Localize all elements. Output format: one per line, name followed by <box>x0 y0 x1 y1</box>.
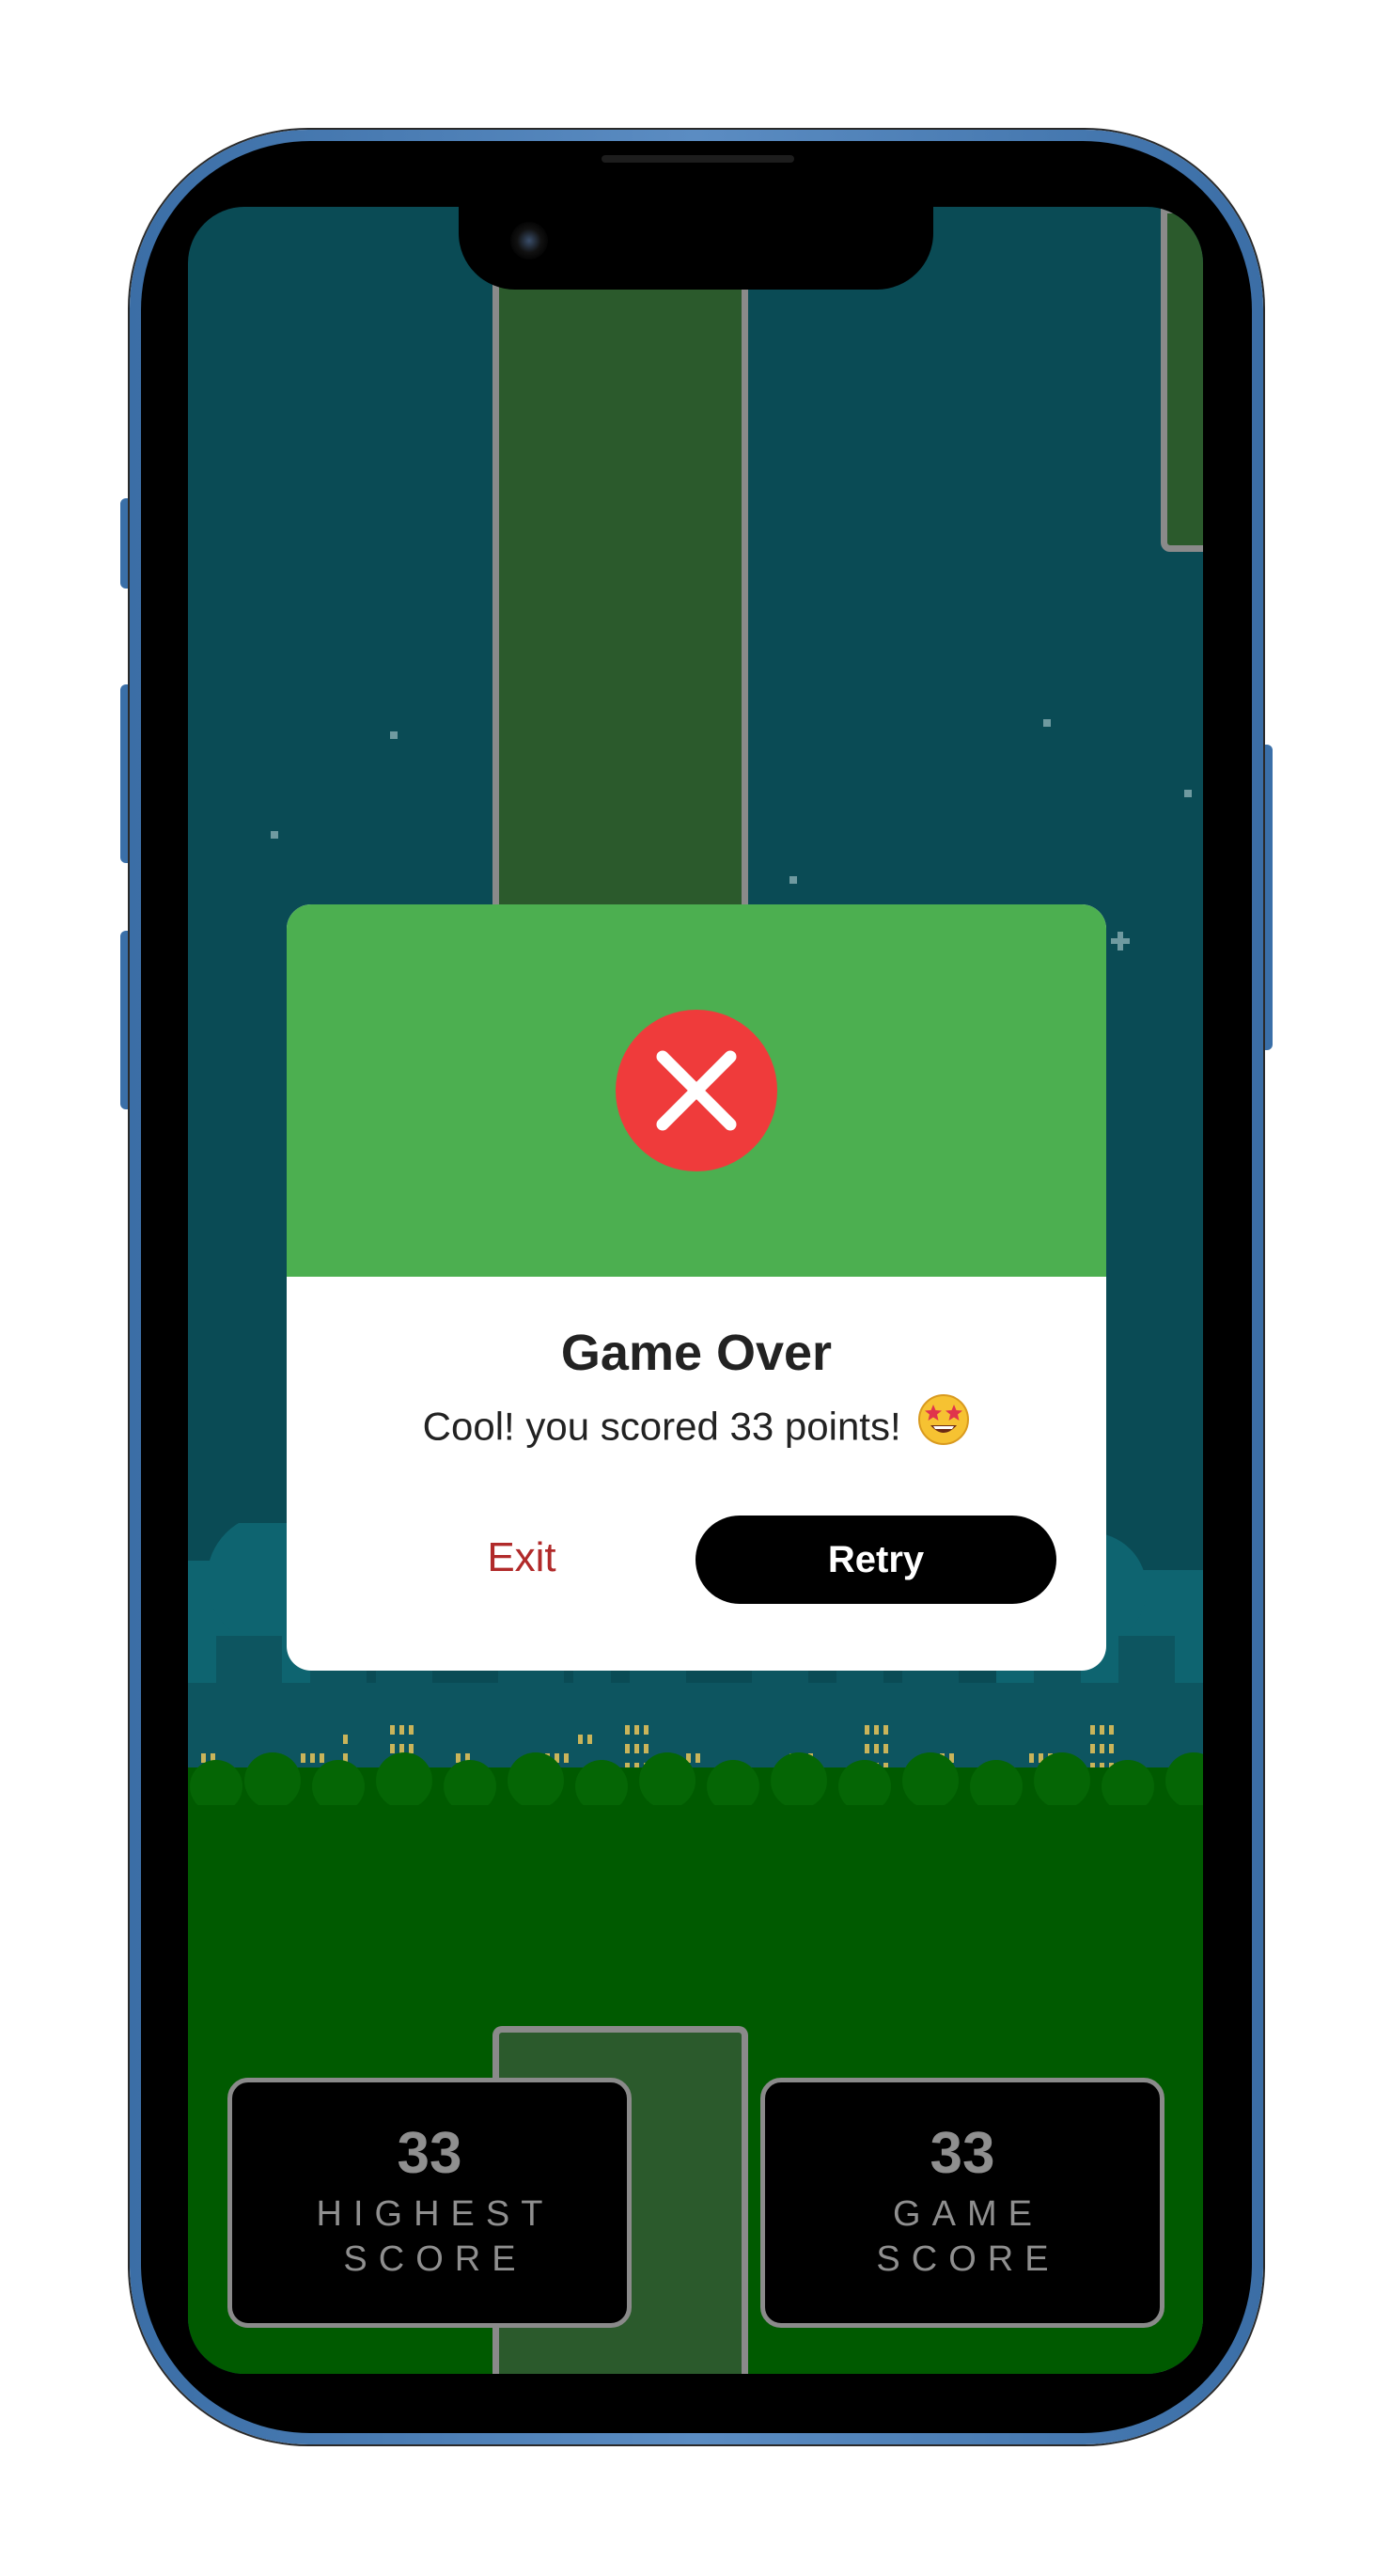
highest-score-panel: 33 HIGHEST SCORE <box>227 2078 632 2328</box>
camera-icon <box>510 222 548 259</box>
dialog-message-row: Cool! you scored 33 points! <box>287 1394 1106 1458</box>
dialog-header <box>287 904 1106 1277</box>
game-score-label: GAME SCORE <box>876 2194 1060 2279</box>
device-mockup: 33 HIGHEST SCORE 33 GAME SCORE Game Over… <box>0 0 1391 2576</box>
star <box>271 831 278 839</box>
star-sparkle <box>1117 932 1123 950</box>
dialog-title: Game Over <box>560 1325 833 1381</box>
retry-button[interactable]: Retry <box>696 1516 1056 1604</box>
star <box>1184 790 1192 797</box>
close-icon <box>616 1010 777 1171</box>
star <box>390 731 398 739</box>
dialog-message: Cool! you scored 33 points! <box>422 1404 901 1449</box>
highest-score-value: 33 <box>397 2121 462 2186</box>
star <box>789 876 797 884</box>
exit-button[interactable]: Exit <box>446 1516 597 1600</box>
speaker-grill <box>602 155 794 163</box>
bushes <box>190 1752 1203 1805</box>
star-struck-emoji-icon <box>917 1393 970 1458</box>
game-score-value: 33 <box>930 2121 995 2186</box>
game-screen[interactable]: 33 HIGHEST SCORE 33 GAME SCORE Game Over… <box>188 207 1203 2374</box>
game-score-panel: 33 GAME SCORE <box>760 2078 1164 2328</box>
highest-score-label: HIGHEST SCORE <box>316 2194 555 2279</box>
star <box>1043 719 1051 727</box>
pipe-top-right <box>1161 207 1203 552</box>
game-over-dialog: Game Over Cool! you scored 33 points! Ex… <box>287 904 1106 1671</box>
